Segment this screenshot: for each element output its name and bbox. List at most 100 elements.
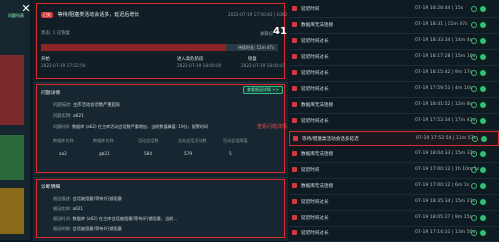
sidebar-card-yellow: [0, 188, 24, 234]
list-item[interactable]: 延迟时间过长 07-19 18:33:34 | 14m 4s: [289, 34, 499, 50]
item-time: 07-19 18:04:33 | 15m 37s: [415, 151, 475, 156]
item-title: 延迟时间过长: [301, 119, 329, 124]
list-item[interactable]: 延迟时间过长 07-19 17:59:51 | 4m 10s: [289, 82, 499, 98]
status-ring-icon: [471, 230, 477, 236]
background-sidebar: 问题列表: [0, 0, 30, 240]
alert-icon: [292, 167, 297, 172]
start-time: 2022-07-19 17:52:54: [41, 63, 86, 68]
list-item[interactable]: 数据库无法连接 07-19 18:41:52 | 12m 8s: [289, 98, 499, 114]
alert-icon: [292, 54, 297, 59]
item-time: 07-19 18:33:34 | 14m 4s: [415, 38, 473, 43]
status-ring-icon: [471, 6, 477, 12]
alert-icon: [292, 38, 297, 43]
alert-icon: [292, 70, 297, 75]
status-ring-icon: [471, 151, 477, 157]
item-title: 延迟时间过长: [301, 216, 329, 221]
desc-label: 问题描述:: [53, 103, 72, 108]
problem-section-title: 问题详情: [41, 91, 61, 96]
check-icon: [480, 230, 486, 236]
sidebar-card-red: [0, 55, 24, 125]
status-ring-icon: [471, 54, 477, 60]
item-title: 延迟时间过长: [301, 200, 329, 205]
alert-icon: [292, 102, 297, 107]
table-header: 数据库名称: [93, 138, 114, 143]
time-label: 问题时间:: [53, 124, 71, 129]
instance-label: 问题实例:: [53, 114, 72, 119]
time-value: 数据库 (a62) 在主库活动会话数严重增加，当前数值峰值: 19分，报警时间: [72, 124, 209, 129]
sidebar-card-green: [0, 135, 24, 180]
check-icon: [480, 118, 486, 124]
item-title: 延迟时间过长: [301, 39, 329, 44]
list-item[interactable]: 数据库无法连接 07-19 17:00:12 | 6m 1s: [289, 179, 499, 195]
table-row: aa2 gb21 584 579 5: [59, 151, 269, 156]
status-ring-icon: [471, 199, 477, 205]
item-title: 延迟时间过长: [301, 55, 329, 60]
status-ring-icon: [471, 86, 477, 92]
status-ring-icon: [471, 183, 477, 189]
close-icon[interactable]: ✕: [20, 3, 32, 15]
status-ring-icon: [471, 118, 477, 124]
diag-label: 根因描述:: [53, 196, 72, 201]
check-icon: [480, 102, 486, 108]
event-datetime: 2022-07-19 17:50:42 | 1092: [228, 12, 288, 17]
mid-label: 进入高危阶段: [177, 57, 204, 62]
item-title: 延迟时间过长: [301, 231, 329, 236]
list-item[interactable]: 延迟时间过长 07-19 18:35:34 | 15m 21s: [289, 195, 499, 211]
event-title: 等待/阻塞类活动会话多，延迟后增长: [57, 12, 140, 18]
diag-label: 根因实例:: [53, 206, 72, 211]
alert-icon: [292, 6, 297, 11]
alert-icon: [292, 199, 297, 204]
list-item[interactable]: 数据库无法连接 07-19 18:31 | 11m 47s: [289, 18, 499, 34]
end-time: 2022-07-19 18:04:41: [241, 63, 286, 68]
alert-icon: [292, 230, 297, 235]
progress-bar-critical: [41, 44, 226, 51]
desc-value: 主库活动会话数严重超标: [73, 103, 121, 108]
item-time: 07-19 18:41:52 | 12m 8s: [415, 102, 473, 107]
status-ring-icon: [471, 102, 477, 108]
check-icon: [480, 167, 486, 173]
table-header: 活动会话阈值: [223, 138, 248, 143]
item-title: 数据库无法连接: [301, 184, 334, 189]
item-time: 07-19 18:17:28 | 15m 16s: [415, 54, 475, 59]
item-time: 07-19 18:15:42 | 9m 17s: [415, 70, 473, 75]
event-list: 延迟时间 07-19 18:28:44 | 15s 数据库无法连接 07-19 18…: [289, 0, 499, 242]
check-icon: [480, 183, 486, 189]
item-time: 07-19 17:59:51 | 4m 10s: [415, 86, 473, 91]
list-item[interactable]: 延迟时间过长 07-19 18:15:42 | 9m 17s: [289, 66, 499, 82]
table-cell: 584: [144, 151, 152, 156]
check-icon: [480, 6, 486, 12]
list-item[interactable]: 延迟时间过长 07-19 17:52:34 | 17m 41s: [289, 114, 499, 130]
table-cell: 5: [229, 151, 232, 156]
item-title: 数据库无法连接: [301, 152, 334, 157]
list-item[interactable]: 延迟时间过长 07-19 18:17:28 | 15m 16s: [289, 50, 499, 66]
table-header: 数据库名称: [53, 138, 74, 143]
check-icon: [480, 199, 486, 205]
status-badge: 已处: [41, 12, 53, 18]
item-time: 07-19 17:14:31 | 13m 50s: [415, 230, 475, 235]
diag-value: a621: [72, 206, 84, 211]
list-item-selected[interactable]: 等待/阻塞类活动会话多延迟 07-19 17:52:54 | 11m 57s: [289, 131, 499, 146]
check-icon: [480, 86, 486, 92]
status-ring-icon: [471, 167, 477, 173]
status-ring-icon: [472, 136, 478, 142]
item-title: 延迟时间过长: [301, 71, 329, 76]
alert-icon: [292, 151, 297, 156]
item-time: 07-19 17:00:12 | 6m 1s: [415, 183, 470, 188]
item-title: 延迟时间过长: [301, 87, 329, 92]
table-header-row: 数据库名称 数据库名称 活动会话数 业务会话活动数 活动会话阈值: [53, 138, 263, 144]
root-cause-button[interactable]: 查看根因详情 >>: [243, 86, 283, 94]
elapsed-time: 持续时长: 11m 47s: [238, 45, 275, 50]
list-item[interactable]: 延迟时间过长 07-19 18:05:27 | 9m 15s: [289, 211, 499, 227]
start-label: 开始: [41, 57, 50, 62]
item-time: 07-19 18:35:34 | 15m 21s: [415, 199, 475, 204]
item-time: 07-19 17:00:12 | 1h 10m 1s: [415, 167, 480, 172]
item-time: 07-19 18:31 | 11m 47s: [415, 22, 468, 27]
check-icon: [481, 136, 487, 142]
item-time: 07-19 17:52:34 | 17m 41s: [415, 118, 475, 123]
list-item[interactable]: 延迟时间 07-19 18:28:44 | 15s: [289, 2, 499, 18]
item-time: 07-19 18:28:44 | 15s: [415, 6, 464, 11]
list-item[interactable]: 延迟时间 07-19 17:00:12 | 1h 10m 1s: [289, 163, 499, 179]
table-cell: gb21: [99, 151, 110, 156]
list-item[interactable]: 数据库无法连接 07-19 18:04:33 | 15m 37s: [289, 147, 499, 163]
end-label: 恢复: [248, 57, 257, 62]
